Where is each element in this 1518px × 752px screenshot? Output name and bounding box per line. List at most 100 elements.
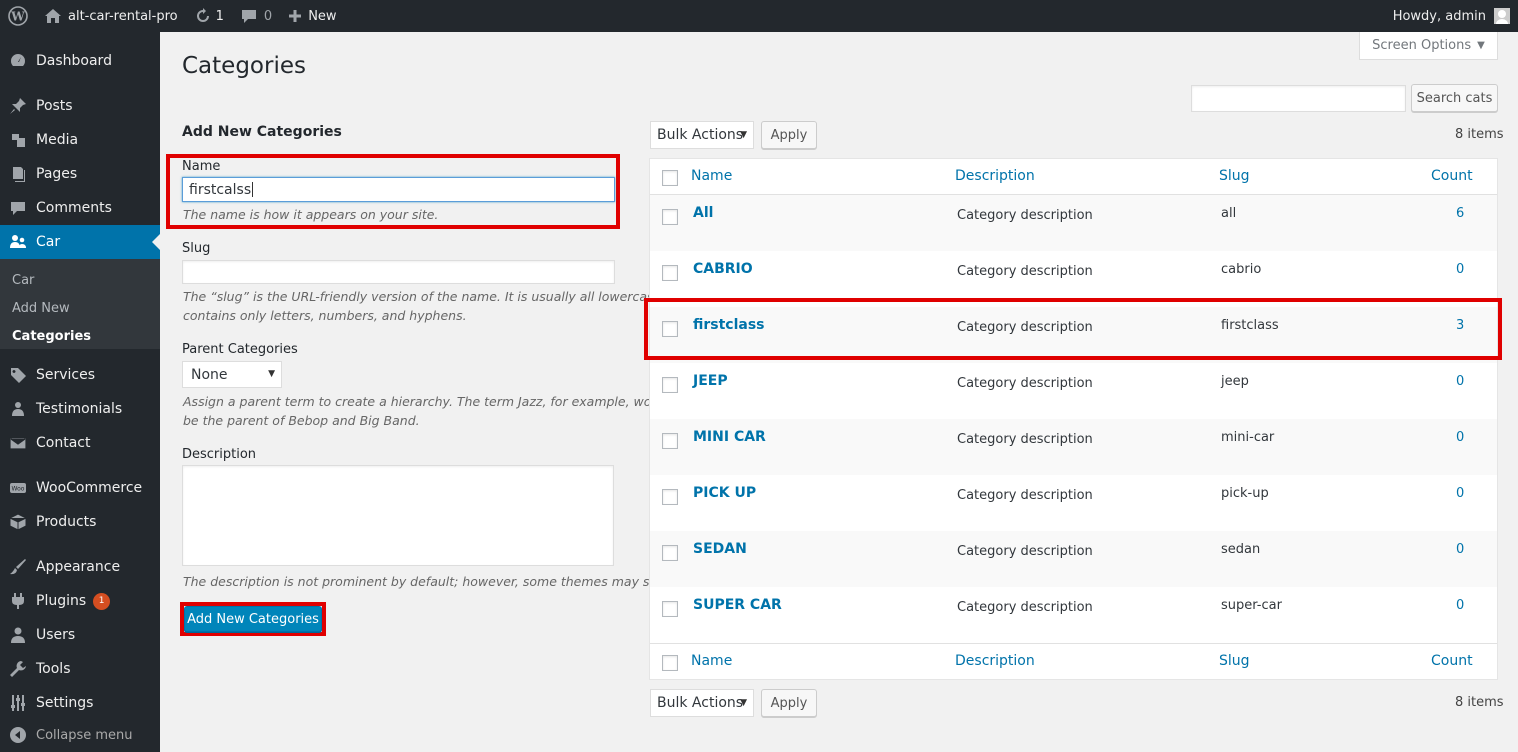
row-checkbox[interactable] [662, 209, 678, 225]
wordpress-logo-icon[interactable]: W [0, 0, 36, 32]
collapse-menu-button[interactable]: Collapse menu [0, 718, 160, 752]
admin-bar: W alt-car-rental-pro 1 0 New Howdy, admi… [0, 0, 1518, 32]
sidebar-item-woocommerce[interactable]: Woo WooCommerce [0, 471, 160, 505]
category-description: Category description [957, 376, 1093, 391]
category-count-link[interactable]: 0 [1456, 262, 1464, 277]
submenu-item-add-new[interactable]: Add New [12, 301, 70, 316]
sidebar-item-label: Plugins [36, 593, 87, 609]
apply-button-bottom[interactable]: Apply [761, 689, 817, 717]
sidebar-item-label: Products [36, 514, 97, 530]
svg-text:W: W [10, 10, 25, 24]
sidebar-item-pages[interactable]: Pages [0, 157, 160, 191]
sidebar-item-label: Pages [36, 166, 78, 182]
caret-down-icon: ▼ [1477, 40, 1485, 51]
search-button[interactable]: Search cats [1411, 84, 1498, 112]
category-name-link[interactable]: All [693, 205, 713, 221]
category-count-link[interactable]: 0 [1456, 598, 1464, 613]
row-checkbox[interactable] [662, 433, 678, 449]
apply-button-top[interactable]: Apply [761, 121, 817, 149]
category-name-link[interactable]: SUPER CAR [693, 597, 782, 613]
table-row: All Category description all 6 [650, 195, 1497, 251]
search-input[interactable] [1191, 85, 1406, 112]
sidebar-item-contact[interactable]: Contact [0, 426, 160, 460]
comments-link[interactable]: 0 [232, 0, 280, 32]
sidebar-item-label: Settings [36, 695, 94, 711]
updates-link[interactable]: 1 [186, 0, 232, 32]
sidebar-item-posts[interactable]: Posts [0, 89, 160, 123]
category-name-link[interactable]: SEDAN [693, 541, 747, 557]
sidebar-item-products[interactable]: Products [0, 505, 160, 539]
category-name-link[interactable]: CABRIO [693, 261, 753, 277]
my-account-link[interactable]: Howdy, admin [1385, 0, 1518, 32]
sidebar-item-appearance[interactable]: Appearance [0, 550, 160, 584]
envelope-icon [0, 434, 36, 452]
screen-options-button[interactable]: Screen Options ▼ [1359, 32, 1498, 60]
parent-help-line-2: be the parent of Bebop and Big Band. [183, 413, 420, 428]
sidebar-item-label: Contact [36, 435, 91, 451]
column-description-header[interactable]: Description [955, 168, 1035, 184]
slug-field[interactable] [182, 260, 615, 284]
site-name-link[interactable]: alt-car-rental-pro [36, 0, 186, 32]
sidebar-item-settings[interactable]: Settings [0, 686, 160, 720]
description-textarea[interactable] [182, 465, 614, 566]
bulk-actions-select-bottom[interactable]: Bulk Actions ▼ [650, 689, 754, 717]
sidebar-item-label: Car [36, 234, 61, 250]
bulk-actions-select-top[interactable]: Bulk Actions ▼ [650, 121, 754, 149]
row-checkbox[interactable] [662, 265, 678, 281]
category-name-link[interactable]: PICK UP [693, 485, 756, 501]
sidebar-item-media[interactable]: Media [0, 123, 160, 157]
sidebar-item-plugins[interactable]: Plugins 1 [0, 584, 160, 618]
category-description: Category description [957, 264, 1093, 279]
category-name-link[interactable]: MINI CAR [693, 429, 766, 445]
dropdown-arrow-icon: ▼ [268, 369, 275, 379]
submenu-item-categories[interactable]: Categories [12, 329, 91, 344]
items-count-bottom: 8 items [1455, 695, 1504, 710]
category-count-link[interactable]: 0 [1456, 430, 1464, 445]
sidebar-item-label: Media [36, 132, 79, 148]
table-row: SUPER CAR Category description super-car 0 [650, 587, 1497, 643]
column-count-footer[interactable]: Count [1431, 653, 1473, 669]
add-new-category-button[interactable]: Add New Categories [184, 606, 322, 632]
woo-icon: Woo [0, 479, 36, 497]
sidebar-item-comments[interactable]: Comments [0, 191, 160, 225]
category-name-link[interactable]: JEEP [693, 373, 728, 389]
row-checkbox[interactable] [662, 489, 678, 505]
column-name-footer[interactable]: Name [691, 653, 732, 669]
new-content-link[interactable]: New [280, 0, 344, 32]
column-count-header[interactable]: Count [1431, 168, 1473, 184]
sidebar-item-tools[interactable]: Tools [0, 652, 160, 686]
sidebar-item-label: Dashboard [36, 53, 112, 69]
column-slug-header[interactable]: Slug [1219, 168, 1250, 184]
new-label: New [308, 8, 337, 24]
sidebar-item-dashboard[interactable]: Dashboard [0, 44, 160, 78]
admin-sidebar: Dashboard Posts Media Pages Comments Car Servi… [0, 32, 160, 752]
category-count-link[interactable]: 6 [1456, 206, 1464, 221]
column-name-header[interactable]: Name [691, 168, 732, 184]
submenu-item-car[interactable]: Car [12, 273, 34, 288]
table-footer: Name Description Slug Count [650, 643, 1497, 679]
page-title: Categories [182, 53, 306, 79]
category-slug: pick-up [1221, 486, 1269, 501]
select-all-checkbox[interactable] [662, 170, 678, 186]
plus-icon [289, 10, 302, 22]
column-slug-footer[interactable]: Slug [1219, 653, 1250, 669]
category-count-link[interactable]: 0 [1456, 486, 1464, 501]
parent-select[interactable]: None ▼ [182, 361, 282, 388]
updates-count: 1 [215, 8, 224, 24]
sidebar-item-services[interactable]: Services [0, 358, 160, 392]
select-all-checkbox-footer[interactable] [662, 655, 678, 671]
name-field[interactable]: firstcalss [182, 177, 615, 202]
sidebar-item-car[interactable]: Car [0, 225, 160, 259]
brush-icon [0, 558, 36, 576]
pushpin-icon [0, 97, 36, 115]
row-checkbox[interactable] [662, 545, 678, 561]
column-description-footer[interactable]: Description [955, 653, 1035, 669]
row-checkbox[interactable] [662, 377, 678, 393]
car-submenu: Car Add New Categories [0, 259, 160, 349]
category-count-link[interactable]: 0 [1456, 542, 1464, 557]
row-checkbox[interactable] [662, 601, 678, 617]
bulk-actions-label: Bulk Actions [657, 695, 744, 711]
sidebar-item-testimonials[interactable]: Testimonials [0, 392, 160, 426]
sidebar-item-users[interactable]: Users [0, 618, 160, 652]
category-count-link[interactable]: 0 [1456, 374, 1464, 389]
